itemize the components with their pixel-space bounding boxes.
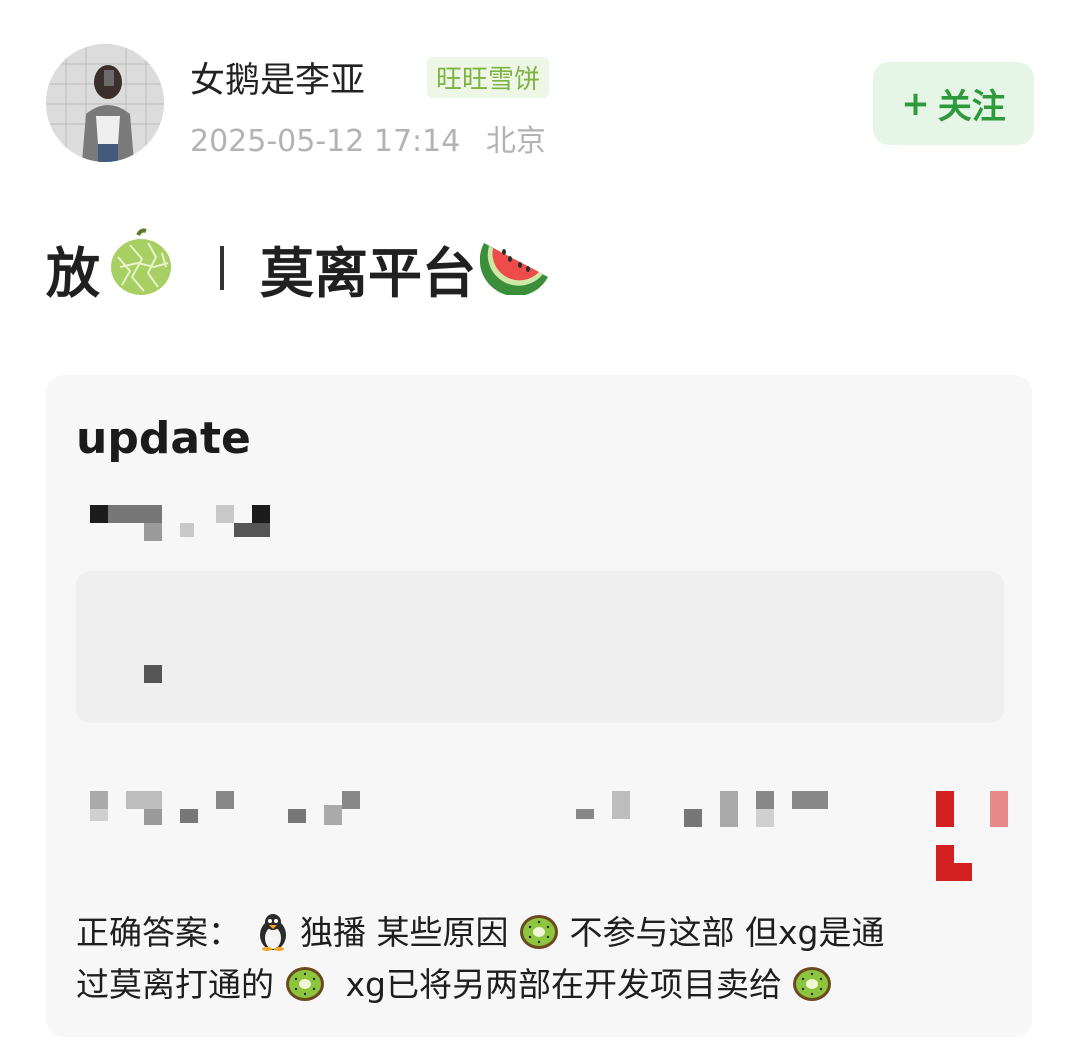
quote-box: [76, 571, 1004, 723]
card-heading: update: [76, 413, 251, 464]
avatar-photo-icon: [46, 44, 164, 162]
title-prefix: 放: [46, 241, 100, 305]
kiwi-icon: [274, 965, 335, 1004]
kiwi-icon: [782, 965, 833, 1004]
plus-icon: +: [901, 83, 930, 124]
title-main: 莫离平台: [260, 241, 476, 305]
follow-label: 关注: [937, 87, 1006, 127]
post-page: 女鹅是李亚 旺旺雪饼 2025-05-12 17:14 北京 + 关注 放 莫离…: [0, 0, 1078, 1057]
author-name[interactable]: 女鹅是李亚: [190, 52, 365, 103]
post-location: 北京: [485, 124, 546, 159]
kiwi-icon: [509, 913, 570, 952]
content-card: update 正确答案： 独播 某些原因 不参与这部 但xg是通 过莫离打通的 …: [46, 375, 1032, 1037]
follow-button[interactable]: + 关注: [873, 62, 1034, 145]
post-date: 2025-05-12 17:14: [190, 124, 461, 159]
post-title: 放 莫离平台: [46, 228, 552, 308]
answer-label: 正确答案：: [76, 913, 241, 952]
answer-part-2: 不参与这部 但xg是通: [569, 913, 885, 952]
answer-part-1: 独播 某些原因: [300, 913, 509, 952]
answer-text: 正确答案： 独播 某些原因 不参与这部 但xg是通 过莫离打通的 xg已将另两部…: [76, 907, 1006, 1011]
title-separator: [220, 246, 224, 290]
answer-line-1: 正确答案： 独播 某些原因 不参与这部 但xg是通: [76, 907, 1006, 959]
redacted-mark: [144, 665, 162, 683]
user-badge: 旺旺雪饼: [427, 57, 550, 98]
melon-icon: [108, 227, 174, 310]
watermelon-icon: [479, 229, 552, 308]
answer-line-2: 过莫离打通的 xg已将另两部在开发项目卖给: [76, 959, 1006, 1011]
answer-part-3: 过莫离打通的: [76, 965, 274, 1004]
penguin-icon: [256, 913, 301, 952]
answer-part-4: xg已将另两部在开发项目卖给: [335, 965, 782, 1004]
post-meta: 2025-05-12 17:14 北京: [190, 116, 546, 160]
avatar[interactable]: [46, 44, 164, 162]
